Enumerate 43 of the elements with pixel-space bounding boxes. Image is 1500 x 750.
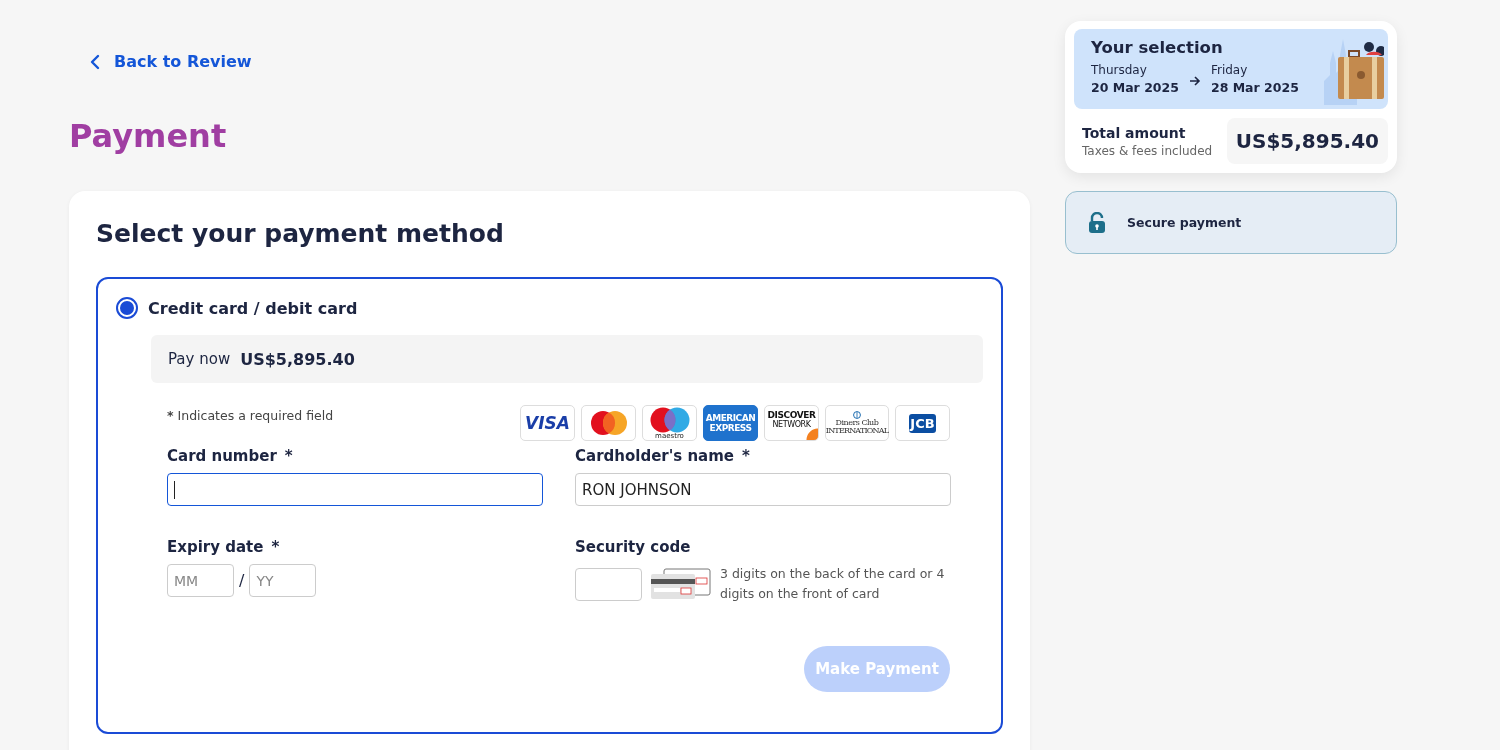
diners-club-logo: Diners Club INTERNATIONAL bbox=[825, 405, 889, 441]
amex-logo: AMERICAN EXPRESS bbox=[703, 405, 758, 441]
security-code-field[interactable] bbox=[575, 567, 642, 601]
arrow-right-icon bbox=[1188, 76, 1201, 86]
section-heading: Select your payment method bbox=[96, 219, 505, 248]
pay-now-amount: US$5,895.40 bbox=[240, 349, 355, 369]
summary-title: Your selection bbox=[1091, 38, 1224, 57]
security-code-hint: 3 digits on the back of the card or 4 digits on the front of card bbox=[720, 565, 945, 603]
suitcase-drawing bbox=[1338, 42, 1384, 99]
field-label: Expiry date bbox=[167, 538, 264, 556]
pay-now-label: Pay now bbox=[168, 350, 231, 368]
required-note: Indicates a required field bbox=[177, 408, 334, 425]
start-day: Thursday bbox=[1091, 62, 1179, 79]
required-mark: * bbox=[167, 408, 174, 425]
option-label: Credit card / debit card bbox=[148, 298, 358, 318]
secure-payment-label: Secure payment bbox=[1127, 215, 1242, 230]
required-mark: * bbox=[284, 447, 293, 465]
required-mark: * bbox=[271, 538, 280, 556]
required-mark: * bbox=[742, 447, 750, 465]
cardholder-name-field[interactable]: RON JOHNSON bbox=[575, 473, 951, 506]
total-note: Taxes & fees included bbox=[1082, 143, 1213, 158]
end-day: Friday bbox=[1210, 62, 1299, 79]
card-back-icon bbox=[650, 568, 712, 600]
chevron-left-icon bbox=[90, 53, 100, 70]
total-amount: US$5,895.40 bbox=[1226, 118, 1388, 164]
field-label: Cardholder's name bbox=[575, 447, 735, 465]
month-field[interactable]: MM bbox=[167, 564, 234, 597]
jcb-logo: JCB bbox=[895, 405, 950, 441]
card-number-field[interactable] bbox=[167, 473, 543, 506]
date-separator: / bbox=[239, 571, 245, 590]
padlock-icon bbox=[1088, 211, 1106, 234]
radio-button[interactable] bbox=[116, 297, 138, 319]
mastercard-logo bbox=[581, 405, 636, 441]
total-label: Total amount bbox=[1082, 124, 1187, 141]
visa-logo: VISA bbox=[520, 405, 575, 441]
field-label: Security code bbox=[575, 538, 691, 556]
start-date: 20 Mar 2025 bbox=[1091, 79, 1179, 96]
field-label: Card number bbox=[167, 447, 277, 465]
end-date: 28 Mar 2025 bbox=[1210, 79, 1299, 96]
year-field[interactable]: YY bbox=[249, 564, 317, 597]
page-title: Payment bbox=[69, 117, 228, 155]
back-link[interactable]: Back to Review bbox=[90, 52, 252, 71]
discover-logo: DISCOVER NETWORK bbox=[764, 405, 819, 441]
